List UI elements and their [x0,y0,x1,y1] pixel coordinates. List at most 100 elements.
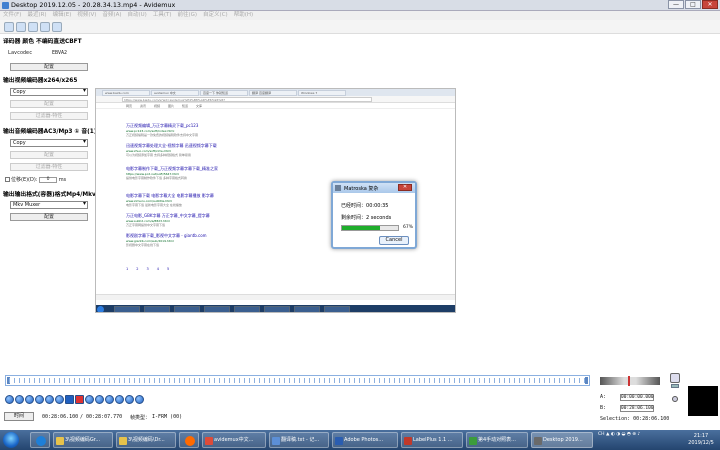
system-tray[interactable]: CH ▲ ◐ ◑ ◒ ◓ ⊕ ♪ [598,432,683,448]
audio-filters-button[interactable]: 过滤器-特性 [10,163,88,171]
menu-custom[interactable]: 自定义(C) [203,11,228,20]
captured-task-item [324,306,350,312]
audio-meter-icon [671,384,679,388]
volume-knob[interactable] [628,376,630,386]
menu-help[interactable]: 帮助(H) [234,11,253,20]
search-result: 万正视频编辑_万正字幕精灵下载_pc123 www.pc123.com/soft… [126,123,266,137]
timeline-playhead[interactable] [585,377,588,384]
time-button[interactable]: 时间 [4,412,34,421]
props-icon[interactable] [52,22,62,32]
taskbar-clock[interactable]: 21:17 2019/12/5 [684,433,718,447]
elapsed-row: 已经时间：00:00:35 [341,202,388,209]
goto-end-icon[interactable] [115,395,124,404]
menu-edit[interactable]: 编辑(E) [53,11,72,20]
video-filters-button[interactable]: 过滤器-特性 [10,112,88,120]
taskbar-item[interactable]: 第4手动对照表... [466,432,528,448]
prev-black-icon[interactable] [85,395,94,404]
minimize-button[interactable]: — [668,0,684,9]
search-nav-item: 资讯 [140,104,147,108]
title-bar: Desktop 2019.12.05 - 20.28.34.13.mp4 - A… [0,0,720,11]
video-codec-select[interactable]: Copy [10,88,88,96]
taskbar-item[interactable]: 翻译稿.txt - 记... [269,432,329,448]
prev-keyframe-icon[interactable] [45,395,54,404]
menu-audio[interactable]: 音频(A) [102,11,121,20]
goto-start-icon[interactable] [105,395,114,404]
video-config-button[interactable]: 配置 [10,100,88,108]
menu-recent[interactable]: 最近(R) [27,11,46,20]
marker-a-icon[interactable] [65,395,74,404]
progress-fill [342,226,380,230]
muxer-select[interactable]: Mkv Muxer [10,201,88,209]
search-nav: 网页 资讯 视频 图片 知道 文库 [96,103,455,109]
next-frame-icon[interactable] [35,395,44,404]
captured-task-item [144,306,170,312]
menu-tools[interactable]: 工具(T) [153,11,172,20]
info-icon[interactable] [16,22,26,32]
search-nav-item: 图片 [168,104,175,108]
speaker-icon[interactable] [672,396,678,402]
clock-time: 21:17 [693,433,709,439]
taskbar-item[interactable]: Adobe Photos... [332,432,398,448]
search-result: 影视剧字幕下载_影视中文字幕 - giantb.com www.giantb.c… [126,233,266,247]
taskbar-item-active[interactable]: Desktop 2019... [531,432,593,448]
time-shift-checkbox[interactable] [5,177,10,182]
time-shift-input[interactable]: 0 [39,176,58,183]
menu-video[interactable]: 视频(V) [77,11,96,20]
next-black-icon[interactable] [95,395,104,404]
page-number: 2 [136,267,139,271]
taskbar-item[interactable]: avidemux中文... [202,432,266,448]
search-result: 迅速视频字幕处理大全-视频字幕 迅速视频字幕下载 www.zhuo.com/so… [126,143,266,157]
page-number: 5 [166,267,170,271]
play-icon[interactable] [5,395,14,404]
current-time[interactable]: 00:28:06.100 [42,414,78,420]
timeline-slider[interactable] [5,375,590,386]
decoder-section-title: 译码器 颜色 不编码直送CBFT [3,39,82,45]
marker-b-label: B: [600,405,607,411]
marker-a-time[interactable]: 00:00:00.000 [620,394,655,401]
captured-start-icon [97,306,104,312]
volume-meter[interactable] [600,376,660,386]
help-icon[interactable] [40,22,50,32]
audio-config-button[interactable]: 配置 [10,151,88,159]
dialog-close-button[interactable]: ✕ [398,184,412,191]
menu-bar: 文件(F) 最近(R) 编辑(E) 视频(V) 音频(A) 自动(U) 工具(T… [0,11,720,20]
browser-url: https://www.baidu.com/s?wd=avidemux%E4%B… [122,97,372,102]
avidemux-window: Desktop 2019.12.05 - 20.28.34.13.mp4 - A… [0,0,720,450]
save-icon[interactable] [28,22,38,32]
decoder-config-button[interactable]: 配置 [10,63,88,71]
prev-frame-icon[interactable] [25,395,34,404]
marker-b-icon[interactable] [75,395,84,404]
goto-b-icon[interactable] [135,395,144,404]
muxer-config-button[interactable]: 配置 [10,213,88,221]
video-output-title: 输出视频编码器x264/x265 [3,78,78,84]
goto-a-icon[interactable] [125,395,134,404]
marker-a-row: A: 00:00:00.000 [600,394,655,401]
open-icon[interactable] [4,22,14,32]
result-desc: 万正字幕网提供中文字幕下载 [126,223,166,227]
selection-text: Selection: 00:28:06.100 [600,416,670,422]
media-icon[interactable] [179,432,199,448]
zoom-icon[interactable] [670,373,680,383]
menu-auto[interactable]: 自动(U) [128,11,147,20]
captured-task-item [114,306,140,312]
remaining-value: 2 seconds [366,215,392,221]
marker-b-time[interactable]: 00:28:06.100 [620,405,655,412]
ie-icon[interactable] [30,432,50,448]
audio-codec-select[interactable]: Copy [10,139,88,147]
close-button[interactable]: ✕ [702,0,718,9]
maximize-button[interactable]: □ [685,0,701,9]
menu-go[interactable]: 前往(G) [177,11,197,20]
remaining-row: 剩余时间：2 seconds [341,214,391,221]
taskbar-item[interactable]: LabelPlus 1.1 ... [401,432,463,448]
menu-file[interactable]: 文件(F) [3,11,21,20]
start-icon[interactable] [3,432,19,448]
progress-bar [341,225,399,231]
captured-task-item [294,306,320,312]
rewind-icon[interactable] [15,395,24,404]
next-keyframe-icon[interactable] [55,395,64,404]
cancel-button[interactable]: Cancel [379,236,409,245]
page-number: 3 [146,267,149,271]
taskbar-item[interactable]: 3\视频编码\Dr... [116,432,176,448]
taskbar-item[interactable]: 3\视频编码Gr... [53,432,113,448]
page-number: 4 [156,267,159,271]
